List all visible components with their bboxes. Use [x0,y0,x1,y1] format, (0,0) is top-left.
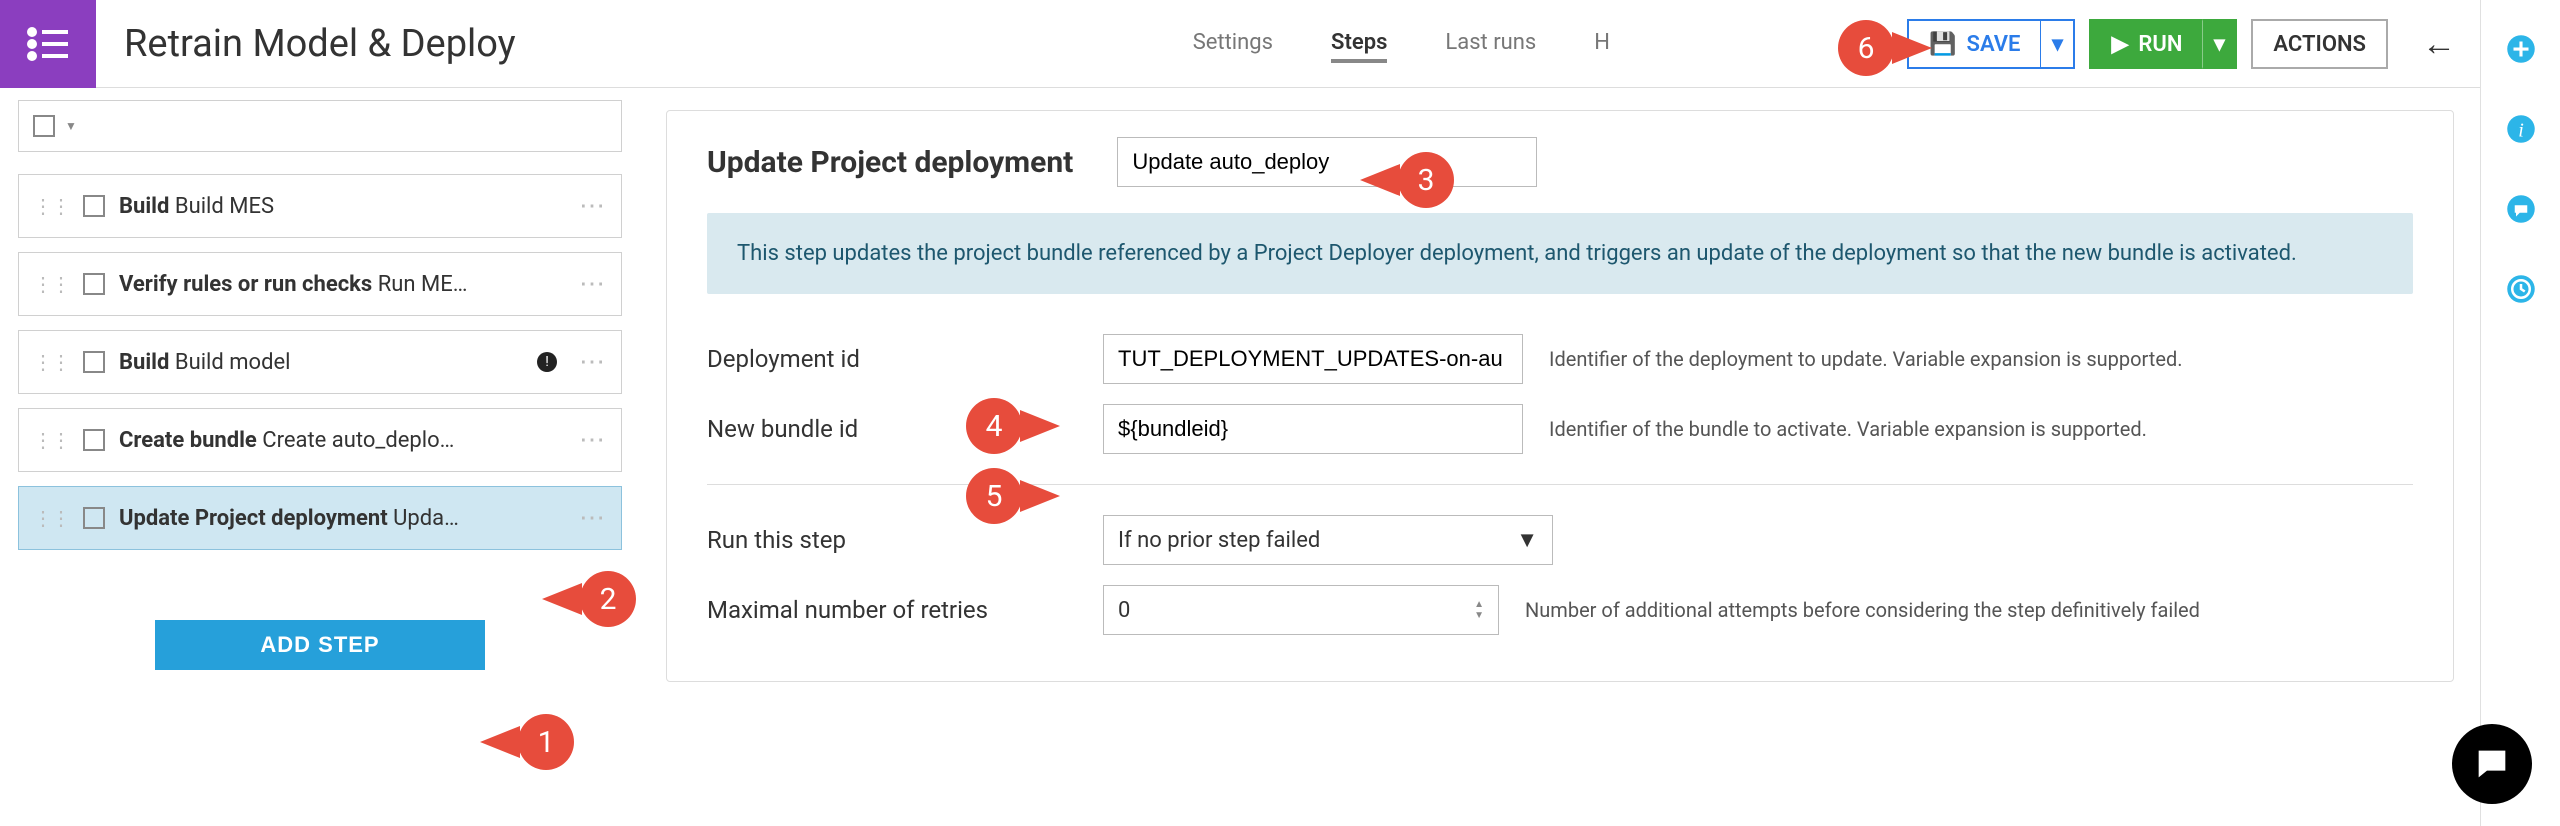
page-title: Retrain Model & Deploy [124,22,516,66]
select-all-checkbox[interactable] [33,115,55,137]
run-button[interactable]: ▶RUN [2089,19,2203,69]
menu-list-icon[interactable] [0,0,96,88]
run-step-label: Run this step [707,526,1103,554]
retries-hint: Number of additional attempts before con… [1525,598,2200,622]
bundle-id-hint: Identifier of the bundle to activate. Va… [1549,417,2147,441]
drag-handle-icon[interactable]: ⋮⋮ [33,428,69,452]
clock-circle-icon[interactable] [2506,274,2536,312]
nav-tabs: Settings Steps Last runs H [1193,0,1610,88]
add-step-button[interactable]: ADD STEP [155,620,485,670]
drag-handle-icon[interactable]: ⋮⋮ [33,194,69,218]
tab-settings[interactable]: Settings [1193,30,1273,59]
info-banner: This step updates the project bundle ref… [707,213,2413,294]
drag-handle-icon[interactable]: ⋮⋮ [33,350,69,374]
retries-input[interactable]: 0 ▲▼ [1103,585,1499,635]
step-item-build-mes[interactable]: ⋮⋮ Build Build MES ⋯ [18,174,622,238]
step-checkbox[interactable] [83,195,105,217]
drag-handle-icon[interactable]: ⋮⋮ [33,506,69,530]
right-rail: i [2480,0,2560,826]
save-dropdown[interactable]: ▾ [2041,19,2075,69]
play-icon: ▶ [2111,32,2128,57]
step-checkbox[interactable] [83,273,105,295]
deployment-id-hint: Identifier of the deployment to update. … [1549,347,2183,371]
panel-heading: Update Project deployment [707,145,1073,180]
deployment-id-label: Deployment id [707,345,1103,373]
step-item-update-deployment[interactable]: ⋮⋮ Update Project deployment Upda… ⋯ [18,486,622,550]
step-checkbox[interactable] [83,351,105,373]
more-menu-icon[interactable]: ⋯ [579,347,607,377]
step-down-icon[interactable]: ▼ [1474,610,1484,621]
more-menu-icon[interactable]: ⋯ [579,269,607,299]
step-item-verify[interactable]: ⋮⋮ Verify rules or run checks Run ME… ⋯ [18,252,622,316]
chat-fab-icon[interactable] [2452,724,2532,804]
more-menu-icon[interactable]: ⋯ [579,503,607,533]
plus-circle-icon[interactable] [2506,34,2536,72]
chevron-down-icon: ▼ [1516,527,1538,553]
bundle-id-input[interactable] [1103,404,1523,454]
step-checkbox[interactable] [83,507,105,529]
step-up-icon[interactable]: ▲ [1474,599,1484,610]
back-arrow-icon[interactable]: ← [2422,24,2456,64]
select-all-row[interactable]: ▼ [18,100,622,152]
steps-sidebar: ▼ ⋮⋮ Build Build MES ⋯ ⋮⋮ Verify rules o… [0,88,640,826]
info-circle-icon[interactable]: i [2506,114,2536,152]
run-step-select[interactable]: If no prior step failed ▼ [1103,515,1553,565]
top-bar: Retrain Model & Deploy Settings Steps La… [0,0,2480,88]
chevron-down-icon[interactable]: ▼ [65,119,77,133]
step-name-input[interactable] [1117,137,1537,187]
bundle-id-label: New bundle id [707,415,1103,443]
drag-handle-icon[interactable]: ⋮⋮ [33,272,69,296]
tab-lastruns[interactable]: Last runs [1445,30,1536,59]
step-item-build-model[interactable]: ⋮⋮ Build Build model ! ⋯ [18,330,622,394]
run-dropdown[interactable]: ▾ [2203,19,2237,69]
step-item-create-bundle[interactable]: ⋮⋮ Create bundle Create auto_deplo… ⋯ [18,408,622,472]
warning-icon: ! [537,352,557,372]
step-checkbox[interactable] [83,429,105,451]
deployment-id-input[interactable] [1103,334,1523,384]
tab-steps[interactable]: Steps [1331,26,1387,63]
svg-text:i: i [2518,120,2524,142]
more-menu-icon[interactable]: ⋯ [579,425,607,455]
more-menu-icon[interactable]: ⋯ [579,191,607,221]
tab-history[interactable]: H [1594,30,1610,59]
comment-circle-icon[interactable] [2506,194,2536,232]
actions-button[interactable]: ACTIONS [2251,19,2388,69]
retries-label: Maximal number of retries [707,596,1103,624]
save-icon: 💾 [1929,32,1956,57]
top-actions: 💾SAVE ▾ ▶RUN ▾ ACTIONS ← [1907,0,2456,88]
save-button[interactable]: 💾SAVE [1907,19,2041,69]
step-config-panel: Update Project deployment This step upda… [640,88,2480,826]
